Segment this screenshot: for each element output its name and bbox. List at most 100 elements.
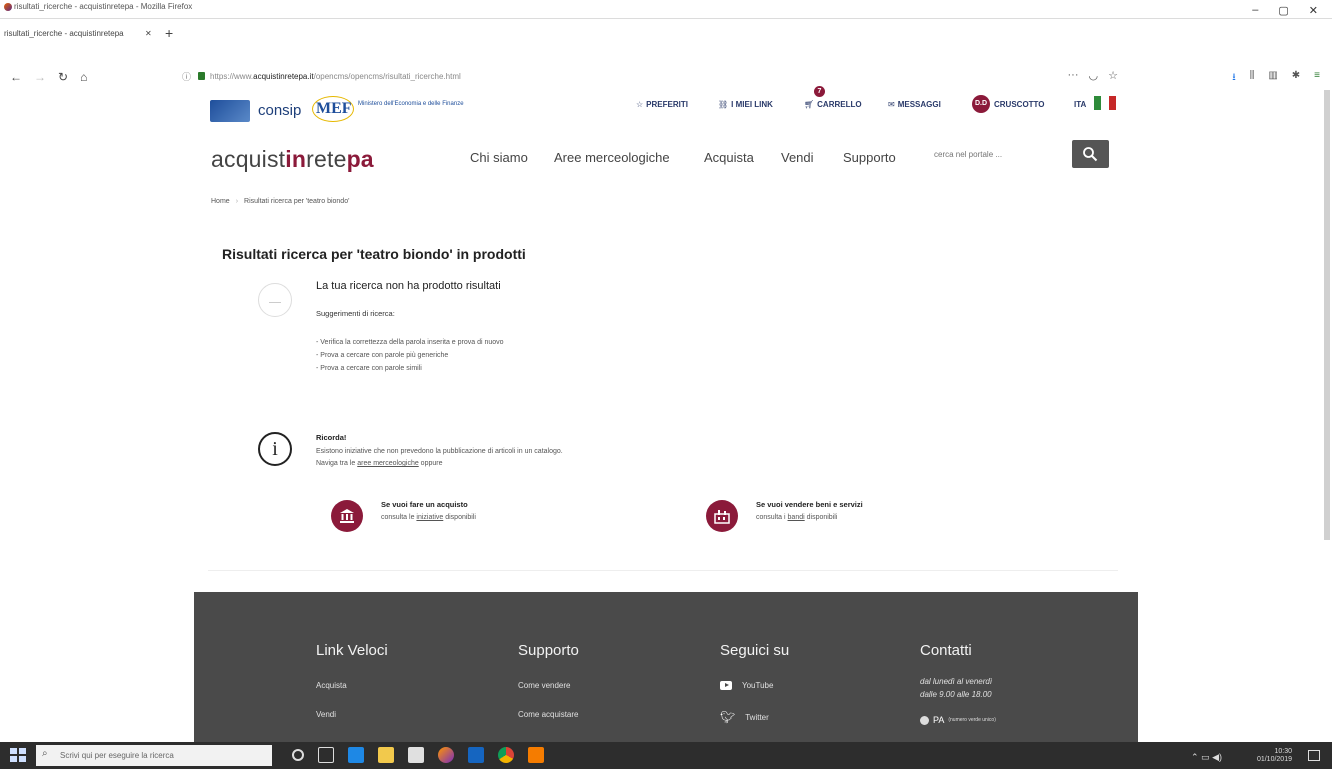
file-explorer-icon[interactable] (378, 747, 394, 763)
new-tab-button[interactable]: + (165, 25, 173, 41)
breadcrumb-home[interactable]: Home (211, 198, 230, 205)
footer: Link Veloci Acquista Vendi Supporto Come… (194, 592, 1138, 742)
scrollbar[interactable] (1324, 90, 1330, 540)
sell-cta: Se vuoi vendere beni e servizi consulta … (706, 496, 1006, 540)
consip-logo-text[interactable]: consip (258, 102, 301, 119)
site-logo[interactable]: acquistinretepa (211, 146, 374, 173)
nav-aree-merceologiche[interactable]: Aree merceologiche (554, 150, 670, 165)
sidebar-icon[interactable]: ▥ (1268, 70, 1277, 87)
maximize-button[interactable]: ▢ (1278, 4, 1288, 17)
search-icon: ⌕ (42, 748, 48, 759)
preferiti-link[interactable]: ☆ PREFERITI (636, 100, 688, 109)
windows-start-icon[interactable] (10, 748, 28, 762)
home-icon[interactable]: ⌂ (80, 70, 87, 84)
menu-icon[interactable]: ≡ (1314, 70, 1320, 87)
messaggi-link[interactable]: ✉ MESSAGGI (888, 100, 941, 109)
reminder-line-2-pre: Naviga tra le (316, 460, 358, 467)
italy-flag-icon (1094, 96, 1116, 110)
library-icon[interactable]: ⫼ (1250, 70, 1255, 87)
sell-cta-pre: consulta i (756, 514, 788, 521)
content-divider (208, 570, 1118, 571)
twitter-link[interactable]: 🐦︎ Twitter (720, 710, 789, 724)
iniziative-link[interactable]: iniziative (416, 514, 443, 521)
miei-link-link[interactable]: ⛓ I MIEI LINK (718, 100, 773, 109)
site-info-icon[interactable]: ⓘ (182, 70, 191, 83)
avatar[interactable]: D.D (972, 95, 990, 113)
reminder-line-1: Esistono iniziative che non prevedono la… (316, 448, 563, 455)
youtube-link[interactable]: YouTube (720, 681, 789, 690)
url-text[interactable]: https://www.acquistinretepa.it/opencms/o… (210, 72, 461, 81)
reminder-line-2-post: oppure (418, 460, 443, 467)
language-selector[interactable]: ITA (1074, 100, 1086, 109)
forward-icon[interactable]: → (34, 70, 46, 84)
url-bar[interactable]: ⓘ https://www.acquistinretepa.it/opencms… (178, 68, 1138, 86)
taskbar-search[interactable]: ⌕ Scrivi qui per eseguire la ricerca (36, 745, 272, 766)
search-button[interactable] (1072, 140, 1109, 168)
aree-merceologiche-link[interactable]: aree merceologiche (357, 460, 418, 467)
suggestion-item: - Verifica la correttezza della parola i… (316, 339, 504, 346)
consip-logo-mark[interactable] (210, 100, 250, 122)
task-view-icon[interactable] (318, 747, 334, 763)
search-input[interactable] (930, 142, 1066, 166)
utility-bar: ☆ PREFERITI ⛓ I MIEI LINK 🛒︎ CARRELLO 7 ✉ ME… (636, 86, 1126, 113)
firefox-taskbar-icon[interactable] (438, 747, 454, 763)
back-icon[interactable]: ← (10, 70, 22, 84)
sell-cta-text: consulta i bandi disponibili (756, 514, 837, 521)
reminder-text: Esistono iniziative che non prevedono la… (316, 446, 563, 470)
tab-close-icon[interactable]: ✕ (145, 29, 152, 38)
mail-app-icon[interactable] (468, 747, 484, 763)
pa-note: (numero verde unico) (948, 717, 996, 723)
brand-part-4: pa (346, 146, 374, 172)
system-tray: ⌃ ▭ ◀) 10:30 01/10/2019 (1191, 748, 1292, 764)
reminder-line-2: Naviga tra le aree merceologiche oppure (316, 458, 563, 470)
cruscotto-link[interactable]: CRUSCOTTO (994, 100, 1045, 109)
browser-tab[interactable]: risultati_ricerche - acquistinretepa ✕ (0, 29, 160, 43)
tab-label: risultati_ricerche - acquistinretepa (4, 29, 124, 38)
footer-link-come-acquistare[interactable]: Come acquistare (518, 710, 579, 719)
footer-link-acquista[interactable]: Acquista (316, 681, 388, 690)
nav-chi-siamo[interactable]: Chi siamo (470, 150, 528, 165)
edge-icon[interactable] (348, 747, 364, 763)
nav-acquista[interactable]: Acquista (704, 150, 754, 165)
buy-cta: Se vuoi fare un acquisto consulta le ini… (331, 496, 631, 540)
carrello-link[interactable]: 🛒︎ CARRELLO (804, 100, 862, 109)
reload-icon[interactable]: ↻ (58, 70, 68, 84)
store-icon[interactable] (408, 747, 424, 763)
notification-icon[interactable] (1308, 750, 1320, 761)
suggestions-list: - Verifica la correttezza della parola i… (316, 336, 504, 375)
tray-icons[interactable]: ⌃ ▭ ◀) (1191, 752, 1222, 763)
footer-link-come-vendere[interactable]: Come vendere (518, 681, 579, 690)
messaggi-label: MESSAGGI (897, 100, 941, 109)
cortana-icon[interactable] (292, 749, 304, 761)
phone-icon (920, 715, 929, 725)
minimize-button[interactable]: – (1252, 4, 1258, 17)
lock-icon (198, 72, 205, 80)
youtube-icon (720, 681, 732, 690)
star-icon: ☆ (636, 100, 644, 109)
extension-icon[interactable]: ✱ (1292, 70, 1300, 87)
clock[interactable]: 10:30 01/10/2019 (1257, 748, 1292, 764)
nav-vendi[interactable]: Vendi (781, 150, 814, 165)
firefox-icon (4, 3, 12, 11)
cart-icon: 🛒︎ (804, 100, 815, 109)
pa-phone[interactable]: PA (numero verde unico) (920, 715, 996, 725)
download-icon[interactable]: ⭳ (1232, 70, 1236, 87)
footer-link-vendi[interactable]: Vendi (316, 710, 388, 719)
no-results-icon (258, 283, 292, 317)
brand-part-1: acquist (211, 146, 286, 172)
mef-logo-text[interactable]: MEF (316, 100, 352, 118)
close-window-button[interactable]: ✕ (1309, 4, 1318, 17)
breadcrumb-separator: › (235, 198, 239, 205)
contact-hours-2: dalle 9.00 alle 18.00 (920, 690, 992, 699)
chrome-icon[interactable] (498, 747, 514, 763)
link-icon: ⛓ (718, 100, 729, 109)
page-actions-icon[interactable]: ··· (1068, 69, 1079, 82)
bookmark-star-icon[interactable]: ☆ (1108, 69, 1118, 82)
app-icon[interactable] (528, 747, 544, 763)
nav-supporto[interactable]: Supporto (843, 150, 896, 165)
pocket-icon[interactable]: ◡ (1089, 69, 1099, 82)
bandi-link[interactable]: bandi (788, 514, 805, 521)
preferiti-label: PREFERITI (646, 100, 688, 109)
footer-heading: Contatti (920, 642, 972, 659)
page-title: Risultati ricerca per 'teatro biondo' in… (222, 246, 526, 262)
